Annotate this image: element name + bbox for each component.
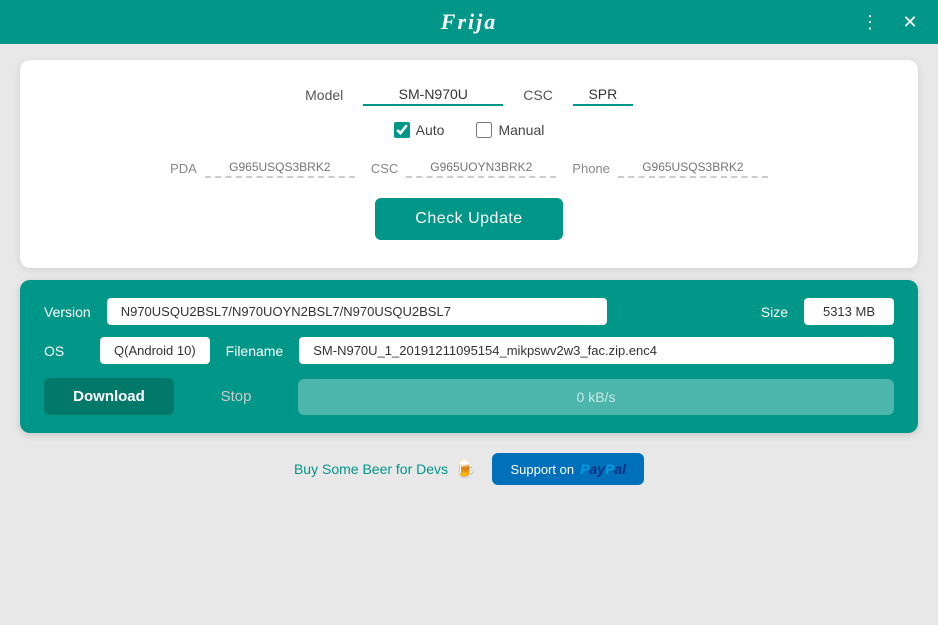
beer-icon: 🍺 <box>454 459 476 480</box>
phone-group: Phone <box>572 158 768 178</box>
speed-indicator: 0 kB/s <box>298 379 894 415</box>
csc-fw-group: CSC <box>371 158 556 178</box>
model-label: Model <box>305 87 343 103</box>
auto-label: Auto <box>416 122 445 138</box>
download-button[interactable]: Download <box>44 378 174 415</box>
manual-checkbox[interactable] <box>476 122 492 138</box>
csc-fw-input[interactable] <box>406 158 556 178</box>
os-filename-row: OS Q(Android 10) Filename SM-N970U_1_201… <box>44 337 894 364</box>
filename-value: SM-N970U_1_20191211095154_mikpswv2w3_fac… <box>299 337 894 364</box>
pda-label: PDA <box>170 161 197 176</box>
manual-checkbox-label[interactable]: Manual <box>476 122 544 138</box>
phone-label: Phone <box>572 161 610 176</box>
paypal-button[interactable]: Support on PayPal <box>492 453 644 485</box>
pda-input[interactable] <box>205 158 355 178</box>
os-label: OS <box>44 343 84 359</box>
top-panel: Model CSC Auto Manual PDA CSC <box>20 60 918 268</box>
window-controls: ⋮ ✕ <box>854 6 926 38</box>
model-input[interactable] <box>363 84 503 106</box>
filename-label: Filename <box>226 343 284 359</box>
main-content: Model CSC Auto Manual PDA CSC <box>0 44 938 625</box>
version-label: Version <box>44 304 91 320</box>
menu-button[interactable]: ⋮ <box>854 6 886 38</box>
footer: Buy Some Beer for Devs 🍺 Support on PayP… <box>20 445 918 491</box>
version-value: N970USQU2BSL7/N970UOYN2BSL7/N970USQU2BSL… <box>107 298 607 325</box>
check-update-button[interactable]: Check Update <box>375 198 562 240</box>
action-row: Download Stop 0 kB/s <box>44 378 894 415</box>
stop-button[interactable]: Stop <box>186 378 286 415</box>
firmware-row: PDA CSC Phone <box>52 158 886 178</box>
check-update-row: Check Update <box>52 198 886 240</box>
titlebar: Frija ⋮ ✕ <box>0 0 938 44</box>
app-title: Frija <box>441 9 497 35</box>
size-label: Size <box>761 304 788 320</box>
auto-checkbox-label[interactable]: Auto <box>394 122 445 138</box>
beer-link[interactable]: Buy Some Beer for Devs 🍺 <box>294 459 476 480</box>
paypal-support-text: Support on <box>510 462 574 477</box>
csc-label: CSC <box>523 87 553 103</box>
auto-checkbox[interactable] <box>394 122 410 138</box>
phone-input[interactable] <box>618 158 768 178</box>
paypal-logo: PayPal <box>580 461 626 477</box>
csc-fw-label: CSC <box>371 161 398 176</box>
version-size-row: Version N970USQU2BSL7/N970UOYN2BSL7/N970… <box>44 298 894 325</box>
csc-input[interactable] <box>573 84 633 106</box>
model-csc-row: Model CSC <box>52 84 886 106</box>
close-button[interactable]: ✕ <box>894 6 926 38</box>
os-value: Q(Android 10) <box>100 337 210 364</box>
size-value: 5313 MB <box>804 298 894 325</box>
manual-label: Manual <box>498 122 544 138</box>
bottom-panel: Version N970USQU2BSL7/N970UOYN2BSL7/N970… <box>20 280 918 433</box>
beer-link-text: Buy Some Beer for Devs <box>294 461 448 477</box>
pda-group: PDA <box>170 158 355 178</box>
auto-manual-row: Auto Manual <box>52 122 886 138</box>
